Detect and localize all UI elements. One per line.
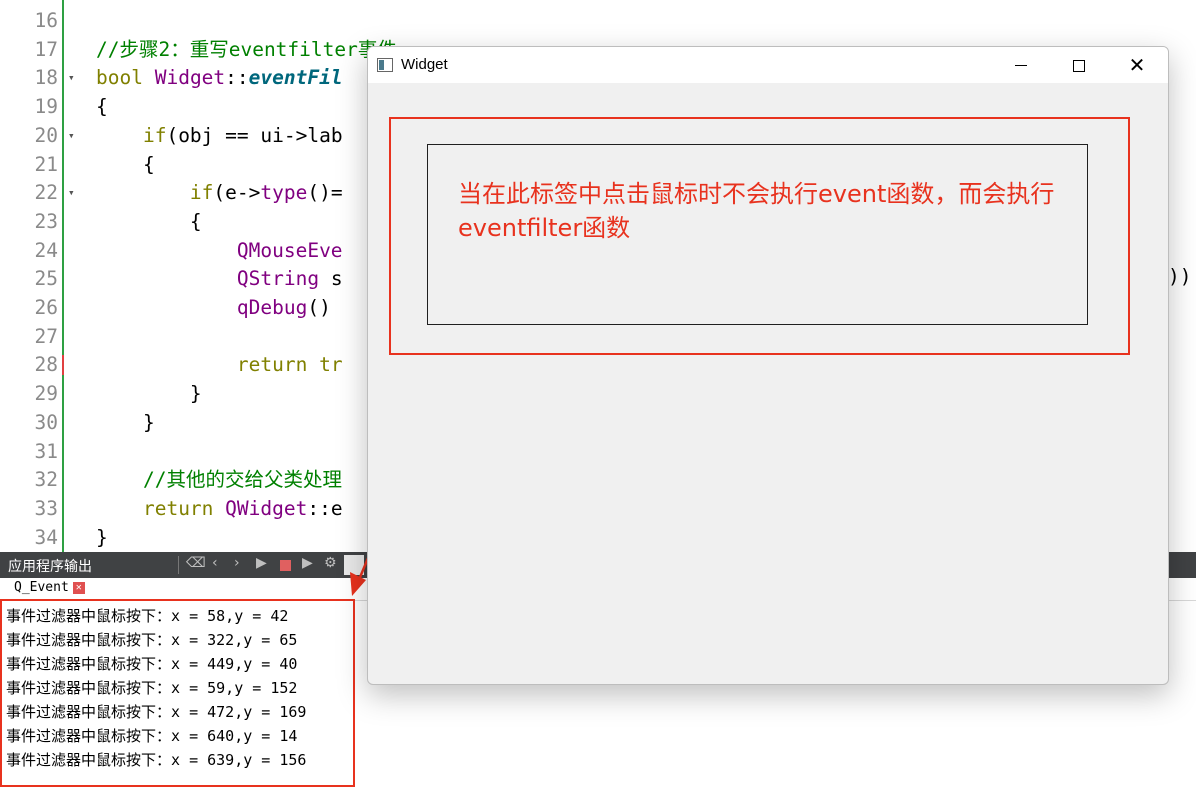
minimize-button[interactable]	[992, 47, 1050, 83]
widget-window[interactable]: Widget ✕ 当在此标签中点击鼠标时不会执行event函数，而会执行even…	[367, 46, 1169, 685]
app-window-icon	[377, 58, 393, 72]
window-titlebar[interactable]: Widget ✕	[368, 47, 1168, 83]
close-button[interactable]: ✕	[1108, 47, 1166, 83]
minimize-icon	[1015, 64, 1027, 67]
window-title: Widget	[401, 56, 448, 73]
label-text: 当在此标签中点击鼠标时不会执行event函数，而会执行eventfilter函数	[458, 180, 1055, 242]
maximize-button[interactable]	[1050, 47, 1108, 83]
event-label[interactable]: 当在此标签中点击鼠标时不会执行event函数，而会执行eventfilter函数	[427, 144, 1088, 325]
maximize-icon	[1073, 59, 1085, 72]
